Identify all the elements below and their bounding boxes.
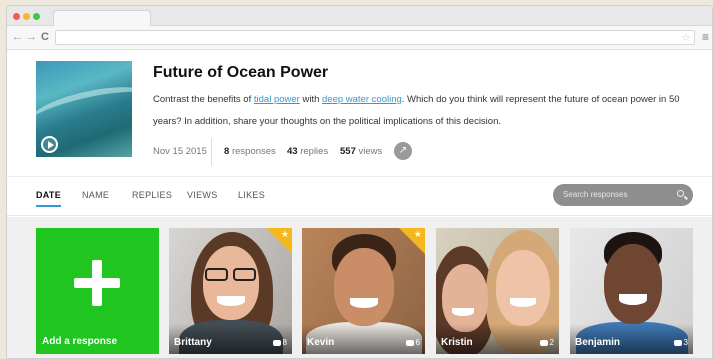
reply-count: 3 xyxy=(673,338,688,347)
search-input[interactable]: Search responses xyxy=(553,184,693,206)
reply-count-value: 3 xyxy=(683,338,688,347)
reply-count-value: 8 xyxy=(282,338,287,347)
share-icon[interactable]: ↗ xyxy=(394,142,412,160)
minimize-window-button[interactable] xyxy=(23,13,30,20)
tab-replies[interactable]: REPLIES xyxy=(132,190,172,200)
deep-water-cooling-link[interactable]: deep water cooling xyxy=(322,94,402,105)
response-card-kevin[interactable]: ★ Kevin 6 xyxy=(302,228,425,354)
browser-toolbar: ← → C ☆ ≡ xyxy=(7,26,712,50)
forward-arrow-icon[interactable]: → xyxy=(26,30,37,44)
views-count: 557 xyxy=(340,146,356,157)
smile xyxy=(619,294,647,305)
add-response-label: Add a response xyxy=(42,336,118,347)
responses-stat: 8 responses xyxy=(224,146,276,157)
wave-image xyxy=(36,77,132,145)
back-arrow-icon[interactable]: ← xyxy=(12,30,23,44)
views-stat: 557 views xyxy=(340,146,382,157)
reply-count-value: 2 xyxy=(549,338,554,347)
tab-date[interactable]: DATE xyxy=(36,190,62,207)
response-card-benjamin[interactable]: Benjamin 3 xyxy=(570,228,693,354)
sort-tabs-bar: DATE NAME REPLIES VIEWS LIKES Search res… xyxy=(7,176,712,216)
post-date: Nov 15 2015 xyxy=(153,146,207,157)
face xyxy=(334,248,394,326)
star-icon: ★ xyxy=(413,229,422,239)
responses-grid: Add a response ★ Brittany 8 ★ Kevin 6 Kr… xyxy=(7,217,712,358)
reply-count: 8 xyxy=(272,338,287,347)
description-text: with xyxy=(299,94,323,105)
responder-name: Kevin xyxy=(307,337,335,348)
responder-name: Brittany xyxy=(174,337,212,348)
star-icon: ★ xyxy=(280,229,289,239)
tab-likes[interactable]: LIKES xyxy=(238,190,265,200)
smile xyxy=(452,308,474,316)
reload-icon[interactable]: C xyxy=(41,30,49,44)
face xyxy=(604,244,662,324)
maximize-window-button[interactable] xyxy=(33,13,40,20)
post-header: Future of Ocean Power Contrast the benef… xyxy=(7,50,712,176)
description-text: Contrast the benefits of xyxy=(153,94,254,105)
comment-icon xyxy=(539,339,548,346)
search-placeholder: Search responses xyxy=(563,190,628,199)
browser-menu-icon[interactable]: ≡ xyxy=(702,30,709,44)
tidal-power-link[interactable]: tidal power xyxy=(254,94,300,105)
tab-name[interactable]: NAME xyxy=(82,190,109,200)
responder-name: Kristin xyxy=(441,337,473,348)
response-card-brittany[interactable]: ★ Brittany 8 xyxy=(169,228,292,354)
bookmark-star-icon[interactable]: ☆ xyxy=(681,31,691,45)
post-description: Contrast the benefits of tidal power wit… xyxy=(153,89,693,133)
responder-name: Benjamin xyxy=(575,337,621,348)
smile xyxy=(350,298,378,308)
smile xyxy=(510,298,536,307)
post-title: Future of Ocean Power xyxy=(153,64,329,81)
responses-count: 8 xyxy=(224,146,230,157)
reply-count: 2 xyxy=(539,338,554,347)
add-response-card[interactable]: Add a response xyxy=(36,228,159,354)
views-label: views xyxy=(358,146,383,157)
comment-icon xyxy=(272,339,281,346)
response-card-kristin[interactable]: Kristin 2 xyxy=(436,228,559,354)
reply-count-value: 6 xyxy=(415,338,420,347)
glasses-icon xyxy=(205,268,228,281)
face xyxy=(203,246,259,320)
replies-stat: 43 replies xyxy=(287,146,328,157)
address-bar[interactable]: ☆ xyxy=(55,30,695,45)
title-bar xyxy=(7,6,712,26)
play-icon[interactable] xyxy=(41,136,58,153)
plus-icon xyxy=(74,278,120,288)
replies-label: replies xyxy=(300,146,329,157)
browser-tab[interactable] xyxy=(53,10,151,26)
tab-views[interactable]: VIEWS xyxy=(187,190,218,200)
responses-label: responses xyxy=(231,146,276,157)
reply-count: 6 xyxy=(405,338,420,347)
comment-icon xyxy=(673,339,682,346)
comment-icon xyxy=(405,339,414,346)
search-icon[interactable] xyxy=(677,190,684,197)
face xyxy=(496,250,550,326)
smile xyxy=(217,296,245,306)
replies-count: 43 xyxy=(287,146,298,157)
close-window-button[interactable] xyxy=(13,13,20,20)
face xyxy=(442,264,488,332)
glasses-icon xyxy=(233,268,256,281)
stats-divider xyxy=(211,138,212,166)
browser-window: ← → C ☆ ≡ Future of Ocean Power Contrast… xyxy=(6,5,713,359)
post-thumbnail[interactable] xyxy=(36,61,132,157)
